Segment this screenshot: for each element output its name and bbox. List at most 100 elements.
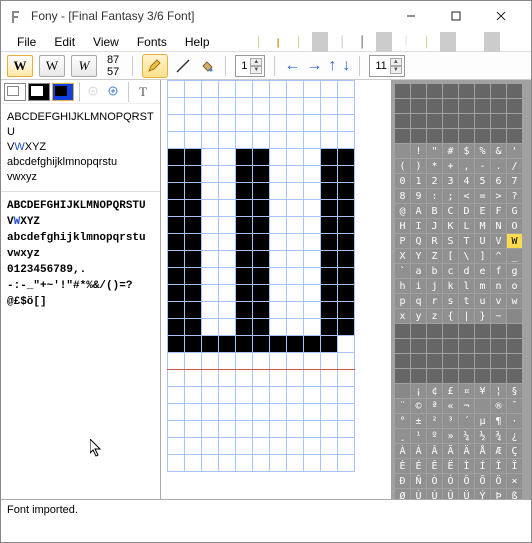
glyph-cell[interactable]: x bbox=[395, 309, 410, 323]
glyph-editor[interactable] bbox=[161, 80, 391, 499]
glyph-cell[interactable]: ´ bbox=[459, 414, 474, 428]
glyph-cell[interactable]: ] bbox=[475, 249, 490, 263]
arrow-right-icon[interactable]: → bbox=[306, 57, 322, 75]
glyph-cell[interactable]: ` bbox=[395, 264, 410, 278]
glyph-cell[interactable]: Ñ bbox=[411, 474, 426, 488]
glyph-cell[interactable]: M bbox=[475, 219, 490, 233]
glyph-cell[interactable]: X bbox=[395, 249, 410, 263]
glyph-cell[interactable] bbox=[443, 84, 458, 98]
glyph-cell[interactable]: Ü bbox=[459, 489, 474, 499]
glyph-cell[interactable]: E bbox=[475, 204, 490, 218]
glyph-cell[interactable] bbox=[459, 354, 474, 368]
glyph-cell[interactable]: 3 bbox=[443, 174, 458, 188]
glyph-cell[interactable]: L bbox=[459, 219, 474, 233]
glyph-cell[interactable]: £ bbox=[443, 384, 458, 398]
glyph-cell[interactable]: e bbox=[475, 264, 490, 278]
glyph-cell[interactable] bbox=[443, 339, 458, 353]
glyph-cell[interactable]: a bbox=[411, 264, 426, 278]
glyph-cell[interactable]: | bbox=[459, 309, 474, 323]
glyph-cell[interactable] bbox=[491, 99, 506, 113]
maximize-button[interactable] bbox=[433, 2, 478, 30]
glyph-cell[interactable]: ¾ bbox=[491, 429, 506, 443]
glyph-cell[interactable] bbox=[395, 129, 410, 143]
glyph-cell[interactable]: p bbox=[395, 294, 410, 308]
glyph-cell[interactable] bbox=[491, 84, 506, 98]
menu-file[interactable]: File bbox=[9, 33, 44, 51]
copy-icon[interactable] bbox=[397, 33, 415, 51]
glyph-cell[interactable]: w bbox=[507, 294, 522, 308]
glyph-cell[interactable]: I bbox=[411, 219, 426, 233]
glyph-cell[interactable]: ¸ bbox=[395, 429, 410, 443]
glyph-cell[interactable]: [ bbox=[443, 249, 458, 263]
glyph-cell[interactable]: 7 bbox=[507, 174, 522, 188]
glyph-cell[interactable] bbox=[507, 309, 522, 323]
glyph-cell[interactable]: ½ bbox=[475, 429, 490, 443]
glyph-cell[interactable] bbox=[427, 84, 442, 98]
color-swatch-3[interactable] bbox=[52, 83, 74, 101]
glyph-cell[interactable]: < bbox=[459, 189, 474, 203]
glyph-cell[interactable]: } bbox=[475, 309, 490, 323]
glyph-cell[interactable]: ¹ bbox=[411, 429, 426, 443]
glyph-cell[interactable]: ¤ bbox=[459, 384, 474, 398]
glyph-cell[interactable]: Ì bbox=[459, 459, 474, 473]
glyph-cell[interactable]: P bbox=[395, 234, 410, 248]
glyph-cell[interactable]: 8 bbox=[395, 189, 410, 203]
glyph-cell[interactable]: D bbox=[459, 204, 474, 218]
glyph-cell[interactable]: 5 bbox=[475, 174, 490, 188]
glyph-cell[interactable]: ? bbox=[507, 189, 522, 203]
glyph-cell[interactable] bbox=[491, 339, 506, 353]
save-icon[interactable] bbox=[333, 33, 351, 51]
glyph-cell[interactable]: - bbox=[475, 159, 490, 173]
glyph-cell[interactable] bbox=[443, 324, 458, 338]
glyph-cell[interactable]: ® bbox=[491, 399, 506, 413]
glyph-cell[interactable]: Ù bbox=[411, 489, 426, 499]
glyph-cell[interactable]: f bbox=[491, 264, 506, 278]
glyph-cell[interactable]: º bbox=[427, 429, 442, 443]
glyph-cell[interactable]: z bbox=[427, 309, 442, 323]
glyph-cell[interactable]: Ò bbox=[427, 474, 442, 488]
glyph-cell[interactable]: i bbox=[411, 279, 426, 293]
fill-tool[interactable] bbox=[198, 57, 216, 75]
glyph-cell[interactable]: Å bbox=[475, 444, 490, 458]
glyph-cell[interactable]: È bbox=[395, 459, 410, 473]
color-swatch-1[interactable] bbox=[4, 83, 26, 101]
arrow-down-icon[interactable]: ↓ bbox=[342, 57, 350, 75]
glyph-cell[interactable] bbox=[443, 354, 458, 368]
glyph-cell[interactable]: Ã bbox=[443, 444, 458, 458]
text-icon[interactable]: T bbox=[134, 83, 152, 101]
glyph-cell[interactable] bbox=[507, 324, 522, 338]
glyph-cell[interactable]: + bbox=[443, 159, 458, 173]
glyph-cell[interactable]: v bbox=[491, 294, 506, 308]
glyph-cell[interactable]: » bbox=[443, 429, 458, 443]
glyph-cell[interactable]: « bbox=[443, 399, 458, 413]
glyph-cell[interactable] bbox=[475, 369, 490, 383]
glyph-cell[interactable]: ­ bbox=[475, 399, 490, 413]
glyph-cell[interactable]: Â bbox=[427, 444, 442, 458]
glyph-cell[interactable] bbox=[395, 369, 410, 383]
glyph-cell[interactable]: © bbox=[411, 399, 426, 413]
glyph-cell[interactable]: ¶ bbox=[491, 414, 506, 428]
glyph-cell[interactable]: ' bbox=[507, 144, 522, 158]
glyph-cell[interactable]: Á bbox=[411, 444, 426, 458]
glyph-cell[interactable]: ± bbox=[411, 414, 426, 428]
glyph-cell[interactable]: , bbox=[459, 159, 474, 173]
glyph-cell[interactable] bbox=[507, 369, 522, 383]
zoom-out-icon[interactable] bbox=[85, 83, 103, 101]
char-w-ital-button[interactable]: W bbox=[71, 55, 97, 77]
open-folder-icon[interactable] bbox=[269, 33, 287, 51]
glyph-cell[interactable]: " bbox=[427, 144, 442, 158]
glyph-cell[interactable]: § bbox=[507, 384, 522, 398]
glyph-cell[interactable]: É bbox=[411, 459, 426, 473]
glyph-cell[interactable]: W bbox=[507, 234, 522, 248]
glyph-cell[interactable]: ¨ bbox=[395, 399, 410, 413]
undo-icon[interactable] bbox=[461, 33, 479, 51]
glyph-cell[interactable]: K bbox=[443, 219, 458, 233]
arrow-left-icon[interactable]: ← bbox=[284, 57, 300, 75]
glyph-cell[interactable]: µ bbox=[475, 414, 490, 428]
glyph-cell[interactable]: Q bbox=[411, 234, 426, 248]
glyph-cell[interactable]: Ó bbox=[443, 474, 458, 488]
glyph-cell[interactable]: Î bbox=[491, 459, 506, 473]
glyph-cell[interactable]: u bbox=[475, 294, 490, 308]
glyph-cell[interactable]: Í bbox=[475, 459, 490, 473]
glyph-cell[interactable]: k bbox=[443, 279, 458, 293]
